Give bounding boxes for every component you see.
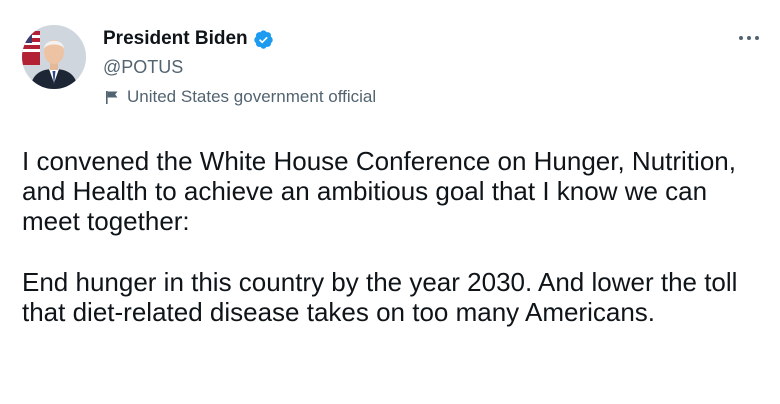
government-label[interactable]: United States government official — [105, 86, 376, 108]
government-label-text: United States government official — [127, 87, 377, 106]
tweet-card: President Biden @POTUS United States gov… — [0, 0, 780, 404]
user-handle[interactable]: @POTUS — [103, 56, 183, 78]
author-name-row[interactable]: President Biden — [103, 28, 274, 50]
tweet-paragraph-2: End hunger in this country by the year 2… — [22, 267, 738, 327]
verified-badge-icon — [253, 29, 274, 50]
tweet-text: I convened the White House Conference on… — [22, 146, 767, 327]
portrait-avatar-icon — [22, 25, 86, 89]
display-name[interactable]: President Biden — [103, 28, 248, 50]
avatar[interactable] — [22, 25, 86, 89]
more-options-button[interactable] — [734, 28, 764, 48]
tweet-paragraph-1: I convened the White House Conference on… — [22, 146, 736, 236]
flag-icon — [105, 90, 119, 104]
more-horizontal-icon — [739, 36, 759, 40]
